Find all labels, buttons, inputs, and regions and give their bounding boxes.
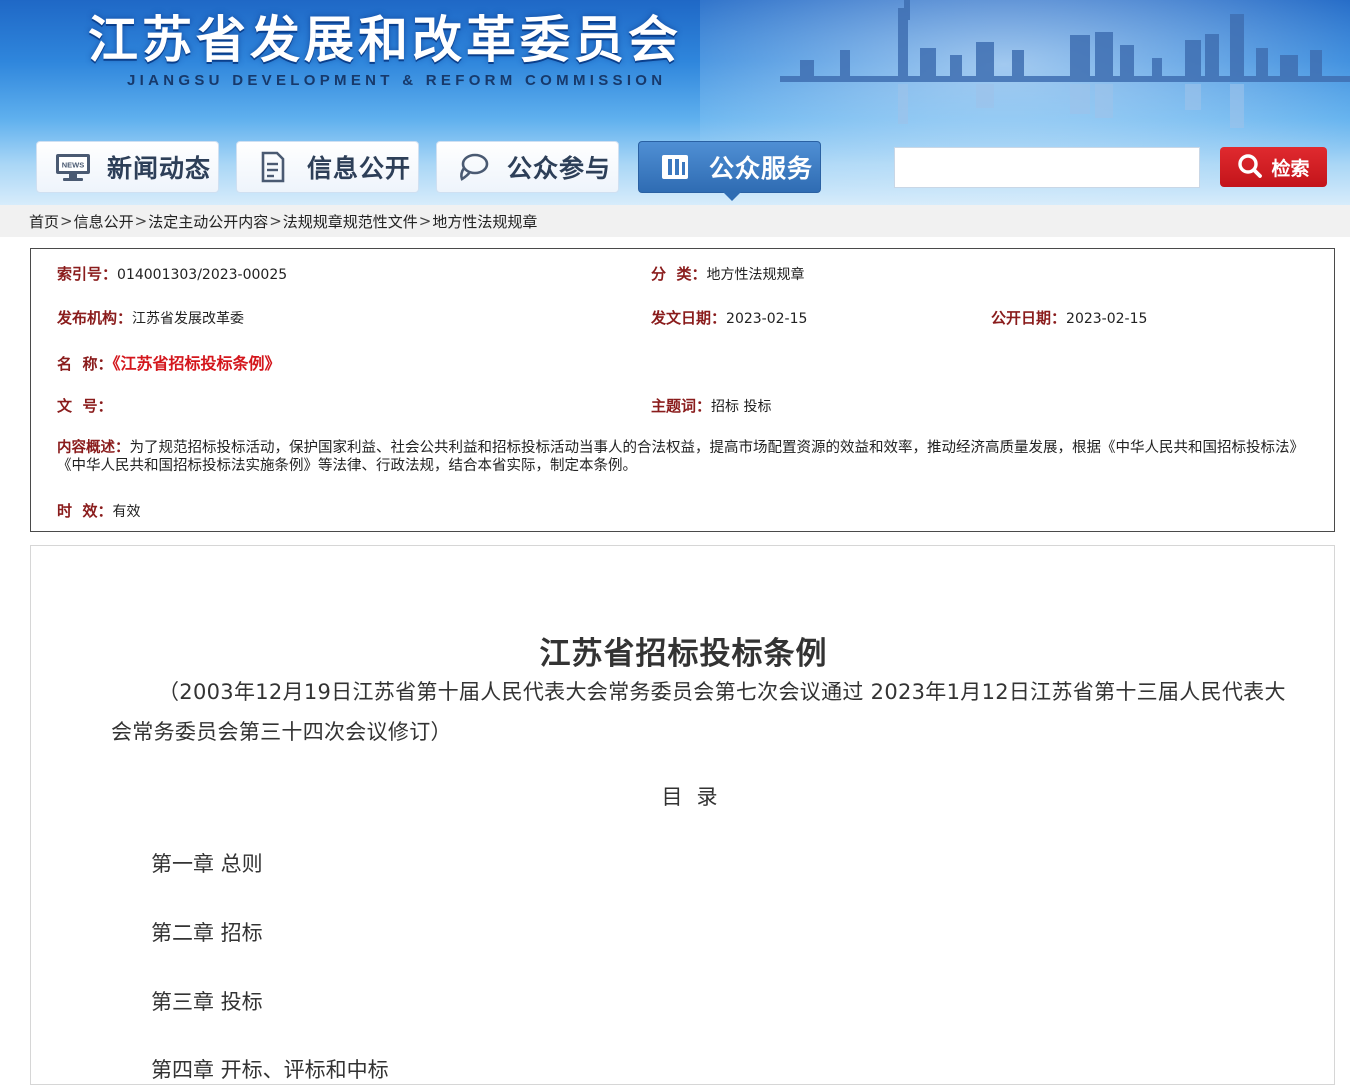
nav-tab-label: 信息公开: [307, 154, 412, 183]
toc-item: 第三章 投标: [151, 990, 263, 1014]
meta-category: 分 类：地方性法规规章: [651, 265, 805, 283]
svg-text:NEWS: NEWS: [62, 161, 85, 170]
article-body: 江苏省招标投标条例 （2003年12月19日江苏省第十届人民代表大会常务委员会第…: [30, 545, 1335, 1085]
meta-index: 索引号：014001303/2023-00025: [57, 265, 288, 283]
meta-name: 名 称：《江苏省招标投标条例》: [57, 354, 281, 373]
document-icon: [253, 151, 293, 183]
meta-open-date-label: 公开日期: [991, 309, 1052, 327]
toc-item: 第四章 开标、评标和中标: [151, 1058, 389, 1082]
meta-subject-label: 主题词: [651, 397, 697, 415]
nav-tab-service[interactable]: 公众服务: [638, 141, 821, 201]
breadcrumb-home[interactable]: 首页: [29, 211, 59, 232]
breadcrumb-separator: >: [134, 212, 148, 230]
breadcrumb-info-public[interactable]: 信息公开: [74, 211, 134, 232]
breadcrumb-separator: >: [60, 212, 73, 230]
header-banner: 江苏省发展和改革委员会 JIANGSU DEVELOPMENT & REFORM…: [0, 0, 1350, 205]
article-title: 江苏省招标投标条例: [539, 636, 828, 672]
breadcrumb: 首页 > 信息公开 > 法定主动公开内容 > 法规规章规范性文件 > 地方性法规…: [0, 205, 1350, 237]
meta-summary-label: 内容概述: [57, 440, 115, 456]
toc-item: 第一章 总则: [151, 852, 263, 876]
meta-category-label: 分 类: [651, 265, 692, 283]
breadcrumb-local-regulations[interactable]: 地方性法规规章: [432, 211, 537, 232]
article-subtitle: （2003年12月19日江苏省第十届人民代表大会常务委员会第七次会议通过 202…: [111, 680, 1286, 744]
nav-tab-news[interactable]: NEWS 新闻动态: [36, 141, 219, 193]
nav-tab-label: 公众参与: [507, 154, 612, 183]
meta-issue-date: 发文日期：2023-02-15: [651, 309, 808, 327]
meta-summary: 内容概述：为了规范招标投标活动，保护国家利益、社会公共利益和招标投标活动当事人的…: [57, 440, 1304, 474]
toc-item: 第二章 招标: [151, 921, 263, 945]
news-monitor-icon: NEWS: [53, 151, 93, 183]
search-icon: [1237, 153, 1263, 182]
book-icon: [655, 151, 695, 183]
meta-issue-date-value: 2023-02-15: [726, 311, 808, 327]
breadcrumb-separator: >: [418, 212, 432, 230]
nav-tab-label: 公众服务: [709, 154, 814, 183]
meta-index-value: 014001303/2023-00025: [117, 267, 288, 283]
breadcrumb-separator: >: [269, 212, 282, 230]
search-input[interactable]: [894, 147, 1200, 188]
meta-doc-number-label: 文 号: [57, 397, 98, 415]
meta-category-value: 地方性法规规章: [706, 267, 805, 283]
meta-validity-value: 有效: [112, 504, 141, 520]
meta-publisher-value: 江苏省发展改革委: [132, 311, 245, 327]
meta-open-date-value: 2023-02-15: [1066, 311, 1148, 327]
meta-issue-date-label: 发文日期: [651, 309, 712, 327]
meta-summary-value: 为了规范招标投标活动，保护国家利益、社会公共利益和招标投标活动当事人的合法权益，…: [57, 440, 1304, 474]
meta-publisher: 发布机构：江苏省发展改革委: [57, 309, 245, 327]
document-metadata-box: 索引号：014001303/2023-00025 分 类：地方性法规规章 发布机…: [30, 248, 1335, 532]
meta-open-date: 公开日期：2023-02-15: [991, 309, 1148, 327]
city-skyline-image: [780, 0, 1350, 128]
nav-tab-participation[interactable]: 公众参与: [436, 141, 619, 193]
meta-index-label: 索引号: [57, 265, 103, 283]
meta-publisher-label: 发布机构: [57, 309, 118, 327]
breadcrumb-statutory[interactable]: 法定主动公开内容: [148, 211, 268, 232]
meta-subject-value: 招标 投标: [711, 399, 772, 415]
meta-validity-label: 时 效: [57, 502, 98, 520]
search-button[interactable]: 检索: [1220, 147, 1327, 187]
meta-name-label: 名 称: [57, 355, 98, 373]
meta-doc-number: 文 号：: [57, 397, 113, 415]
search-button-label: 检索: [1271, 158, 1310, 180]
site-subtitle: JIANGSU DEVELOPMENT & REFORM COMMISSION: [127, 72, 667, 89]
meta-validity: 时 效：有效: [57, 502, 141, 520]
meta-name-value: 《江苏省招标投标条例》: [112, 354, 281, 373]
toc-title: 目录: [661, 785, 732, 809]
site-title: 江苏省发展和改革委员会: [88, 10, 682, 69]
nav-tab-info[interactable]: 信息公开: [236, 141, 419, 193]
nav-tab-label: 新闻动态: [107, 154, 212, 183]
breadcrumb-regulations[interactable]: 法规规章规范性文件: [283, 211, 418, 232]
meta-subject: 主题词：招标 投标: [651, 397, 772, 415]
chat-bubble-icon: [453, 151, 493, 183]
